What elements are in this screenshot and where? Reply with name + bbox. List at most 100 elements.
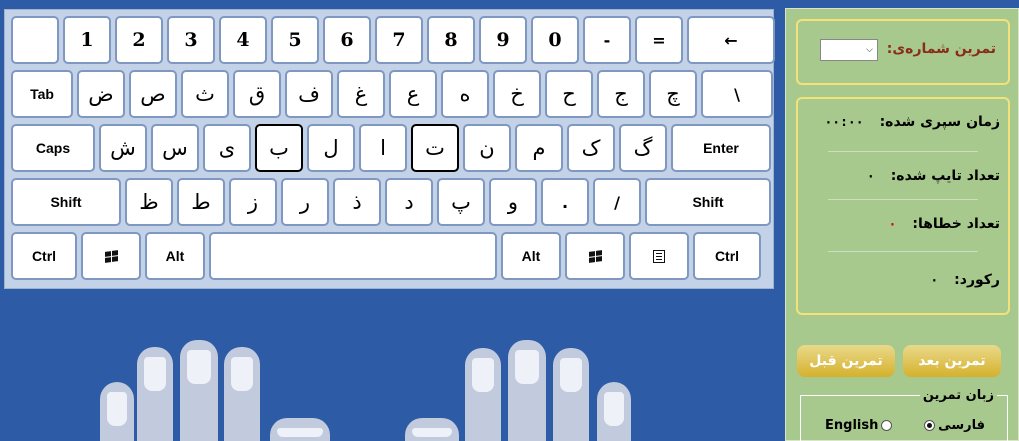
key-label: Shift [50,194,82,210]
stat-record: رکورد: ۰ [806,267,1000,293]
key-label: Caps [35,140,71,156]
key[interactable]: ر [281,178,329,226]
key[interactable]: 0 [531,16,579,64]
key-space[interactable] [209,232,497,280]
key[interactable]: 1 [63,16,111,64]
key[interactable]: 5 [271,16,319,64]
key-label: د [404,190,414,214]
key[interactable]: Enter [671,124,771,172]
key[interactable]: ز [229,178,277,226]
key-label: ز [247,190,259,214]
key[interactable]: ن [463,124,511,172]
key[interactable]: ← [687,16,775,64]
key[interactable]: خ [493,70,541,118]
key-label: چ [666,82,680,106]
fingernail [560,358,582,392]
key-windows[interactable] [81,232,141,280]
key-windows[interactable] [565,232,625,280]
key[interactable]: ظ [125,178,173,226]
key[interactable]: ض [77,70,125,118]
key[interactable]: 4 [219,16,267,64]
key[interactable]: Ctrl [11,232,77,280]
menu-icon [653,249,665,263]
key[interactable]: ق [233,70,281,118]
key-menu[interactable] [629,232,689,280]
next-exercise-button[interactable]: تمرین بعد [903,345,1001,377]
key[interactable]: Ctrl [693,232,761,280]
key[interactable]: ت [411,124,459,172]
divider [828,251,978,252]
key[interactable]: ش [99,124,147,172]
key-label: م [532,136,546,160]
radio-button[interactable] [881,420,893,431]
divider [828,199,978,200]
key[interactable]: ه [441,70,489,118]
key[interactable]: 3 [167,16,215,64]
key[interactable]: 8 [427,16,475,64]
key[interactable]: ی [203,124,251,172]
finger [465,348,501,441]
key[interactable]: 6 [323,16,371,64]
key[interactable]: . [541,178,589,226]
stat-elapsed-time: زمان سپری شده: ۰۰:۰۰ [806,109,1000,135]
key[interactable]: = [635,16,683,64]
key[interactable]: ف [285,70,333,118]
fingernail [187,350,211,384]
key-label: ش [110,136,136,160]
key[interactable]: ث [181,70,229,118]
key-label: ← [724,30,738,50]
windows-icon [104,249,118,263]
key-label: Alt [165,248,185,264]
key[interactable]: ح [545,70,593,118]
key[interactable]: و [489,178,537,226]
key[interactable]: د [385,178,433,226]
key[interactable]: - [583,16,631,64]
exercise-number-select[interactable]: ⌵ [820,39,878,61]
radio-button[interactable] [924,420,936,431]
key[interactable]: پ [437,178,485,226]
finger [100,382,134,441]
key[interactable]: ذ [333,178,381,226]
key[interactable]: ک [567,124,615,172]
key[interactable]: گ [619,124,667,172]
key[interactable]: Alt [501,232,561,280]
finger [597,382,631,441]
fingernail [277,428,323,437]
key-label: Ctrl [714,248,740,264]
previous-exercise-button[interactable]: تمرین قبل [797,345,895,377]
finger [137,347,173,441]
key[interactable]: ص [129,70,177,118]
key[interactable]: Tab [11,70,73,118]
key[interactable]: غ [337,70,385,118]
key[interactable]: Caps [11,124,95,172]
key[interactable]: \ [701,70,773,118]
key-label: Alt [521,248,541,264]
stat-error-count: تعداد خطاها: ۰ [806,211,1000,237]
key[interactable]: 9 [479,16,527,64]
key-blank[interactable] [11,16,59,64]
key-label: 2 [132,29,146,51]
key[interactable]: ب [255,124,303,172]
key-label: غ [354,82,368,106]
key[interactable]: / [593,178,641,226]
key[interactable]: Shift [645,178,771,226]
stat-value: ۰۰:۰۰ [824,114,864,130]
key[interactable]: 7 [375,16,423,64]
key[interactable]: م [515,124,563,172]
key[interactable]: Alt [145,232,205,280]
stat-label: رکورد: [954,272,1000,288]
control-panel: تمرین شماره‌ی: ⌵ زمان سپری شده: ۰۰:۰۰ تع… [785,8,1019,441]
key[interactable]: ا [359,124,407,172]
key[interactable]: ط [177,178,225,226]
key[interactable]: ج [597,70,645,118]
language-option-persian[interactable]: فارسی [924,418,985,433]
key[interactable]: Shift [11,178,121,226]
key[interactable]: ل [307,124,355,172]
key[interactable]: 2 [115,16,163,64]
key[interactable]: ع [389,70,437,118]
key[interactable]: س [151,124,199,172]
key[interactable]: چ [649,70,697,118]
key-label: / [614,192,620,212]
language-option-english[interactable]: English [825,418,893,433]
key-label: ا [380,136,386,160]
